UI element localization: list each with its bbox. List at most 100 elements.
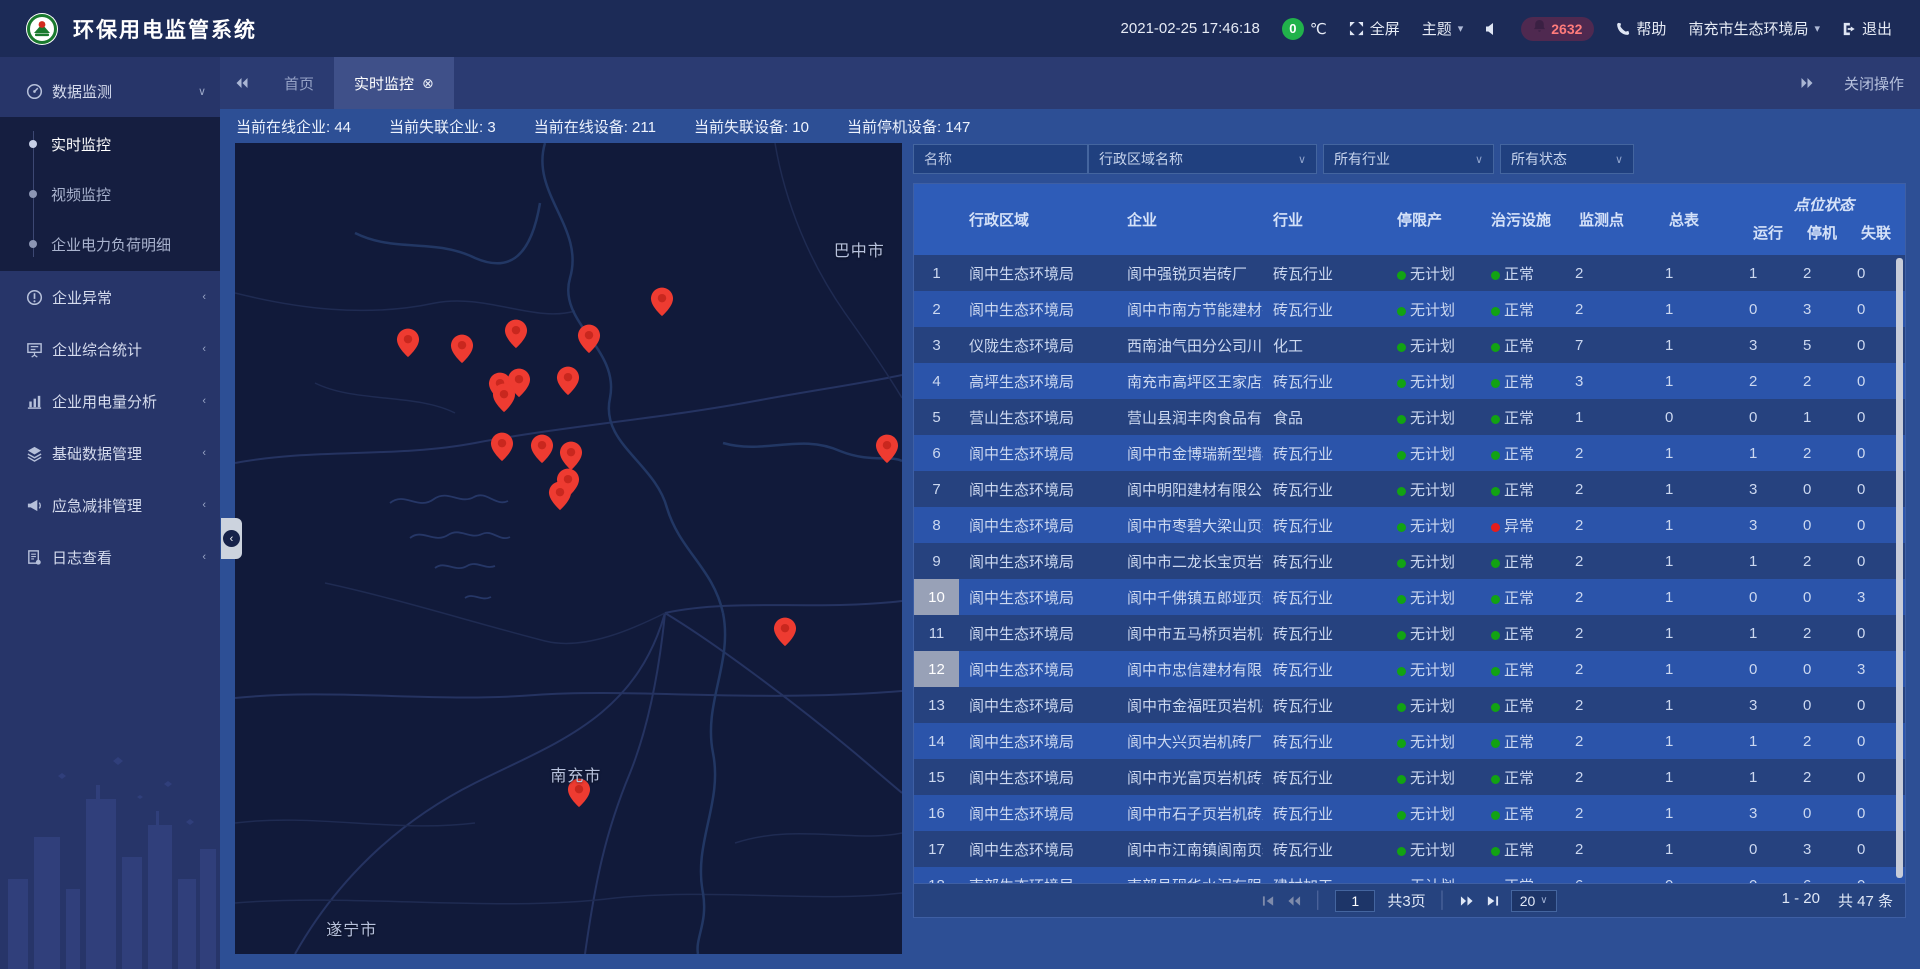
sidebar-item-label: 企业用电量分析 xyxy=(52,391,202,412)
mute-speaker-icon[interactable] xyxy=(1485,22,1499,36)
column-header-stop[interactable]: 停机 xyxy=(1797,216,1851,255)
last-page-button[interactable] xyxy=(1486,895,1499,907)
cell-company: 西南油气田分公司川中 xyxy=(1117,335,1263,356)
column-header-industry[interactable]: 行业 xyxy=(1263,184,1387,255)
table-row[interactable]: 10阆中生态环境局阆中千佛镇五郎垭页岩砖瓦行业无计划正常21003 xyxy=(914,579,1905,615)
table-row[interactable]: 6阆中生态环境局阆中市金博瑞新型墙材砖瓦行业无计划正常21120 xyxy=(914,435,1905,471)
row-index-cell: 6 xyxy=(914,435,959,471)
vertical-scrollbar[interactable] xyxy=(1896,258,1903,878)
map-location-pin[interactable] xyxy=(578,324,601,354)
map-location-pin[interactable] xyxy=(650,287,673,317)
org-dropdown[interactable]: 南充市生态环境局 ▾ xyxy=(1688,18,1820,39)
map-city-label: 巴中市 xyxy=(834,237,885,261)
status-filter-select[interactable]: 所有状态∨ xyxy=(1500,144,1634,174)
table-row[interactable]: 16阆中生态环境局阆中市石子页岩机砖厂砖瓦行业无计划正常21300 xyxy=(914,795,1905,831)
first-page-button[interactable] xyxy=(1262,895,1275,907)
sidebar-item-realtime-monitor[interactable]: 实时监控 xyxy=(0,119,220,169)
facility-status-label: 正常 xyxy=(1504,410,1534,427)
table-row[interactable]: 5营山生态环境局营山县润丰肉食品有限食品无计划正常10010 xyxy=(914,399,1905,435)
cell-industry: 砖瓦行业 xyxy=(1263,623,1387,644)
column-header-facility[interactable]: 治污设施 xyxy=(1481,184,1569,255)
page-size-select[interactable]: 20 ∨ xyxy=(1511,890,1557,912)
map-location-pin[interactable] xyxy=(548,481,571,511)
sidebar-item-emergency-reduction[interactable]: 应急减排管理‹ xyxy=(0,479,220,531)
column-header-lost[interactable]: 失联 xyxy=(1851,216,1905,255)
column-header-company[interactable]: 企业 xyxy=(1117,184,1263,255)
sidebar-item-base-data[interactable]: 基础数据管理‹ xyxy=(0,427,220,479)
map-location-pin[interactable] xyxy=(876,434,899,464)
tab-close-icon[interactable]: ⊗ xyxy=(422,75,434,92)
tab-home[interactable]: 首页 xyxy=(264,57,334,109)
sidebar-item-label: 视频监控 xyxy=(51,184,111,205)
gauge-icon xyxy=(26,82,44,100)
table-row[interactable]: 1阆中生态环境局阆中强锐页岩砖厂砖瓦行业无计划正常21120 xyxy=(914,255,1905,291)
table-row[interactable]: 9阆中生态环境局阆中市二龙长宝页岩砖砖瓦行业无计划正常21120 xyxy=(914,543,1905,579)
status-dot-green xyxy=(1491,631,1500,640)
sidebar-item-power-load-detail[interactable]: 企业电力负荷明细 xyxy=(0,219,220,269)
map-location-pin[interactable] xyxy=(504,319,527,349)
next-page-button[interactable] xyxy=(1460,895,1474,907)
table-row[interactable]: 13阆中生态环境局阆中市金福旺页岩机砖砖瓦行业无计划正常21300 xyxy=(914,687,1905,723)
column-header-monitor[interactable]: 监测点 xyxy=(1569,184,1659,255)
chevron-left-icon: ‹ xyxy=(202,395,206,407)
previous-page-button[interactable] xyxy=(1287,895,1301,907)
sidebar-item-video-monitor[interactable]: 视频监控 xyxy=(0,169,220,219)
map-location-pin[interactable] xyxy=(450,334,473,364)
alarm-count-badge[interactable]: 2632 xyxy=(1521,17,1594,41)
facility-status-label: 正常 xyxy=(1504,482,1534,499)
chevron-down-icon: ∨ xyxy=(198,85,206,98)
logout-button[interactable]: 退出 xyxy=(1842,18,1892,39)
region-filter-select[interactable]: 行政区域名称∨ xyxy=(1088,144,1317,174)
sidebar-item-data-monitor[interactable]: 数据监测∨ xyxy=(0,65,220,117)
sidebar-item-power-usage-analysis[interactable]: 企业用电量分析‹ xyxy=(0,375,220,427)
map-location-pin[interactable] xyxy=(490,432,513,462)
table-row[interactable]: 3仪陇生态环境局西南油气田分公司川中化工无计划正常71350 xyxy=(914,327,1905,363)
status-dot-green xyxy=(1397,631,1406,640)
cell-company: 阆中大兴页岩机砖厂 xyxy=(1117,731,1263,752)
tab-realtime-monitor[interactable]: 实时监控⊗ xyxy=(334,57,454,109)
table-row[interactable]: 11阆中生态环境局阆中市五马桥页岩机砖砖瓦行业无计划正常21120 xyxy=(914,615,1905,651)
table-row[interactable]: 2阆中生态环境局阆中市南方节能建材有砖瓦行业无计划正常21030 xyxy=(914,291,1905,327)
close-operations-dropdown[interactable]: 关闭操作 xyxy=(1844,73,1904,94)
sidebar-item-enterprise-abnormal[interactable]: 企业异常‹ xyxy=(0,271,220,323)
industry-filter-select[interactable]: 所有行业∨ xyxy=(1323,144,1494,174)
fullscreen-button[interactable]: 全屏 xyxy=(1349,18,1400,39)
map-location-pin[interactable] xyxy=(556,366,579,396)
sidebar-collapse-button[interactable]: ‹ xyxy=(221,518,242,559)
tabs-scroll-right-button[interactable] xyxy=(1800,77,1814,89)
map-location-pin[interactable] xyxy=(396,328,419,358)
page-number-input[interactable] xyxy=(1335,890,1375,912)
table-row[interactable]: 18南部生态环境局南部县砚华水泥有限公建材加工无计划正常60060 xyxy=(914,867,1905,883)
map-panel[interactable]: 巴中市南充市遂宁市 xyxy=(235,143,902,954)
map-location-pin[interactable] xyxy=(530,434,553,464)
cell-stop-count: 3 xyxy=(1797,841,1851,858)
column-header-region[interactable]: 行政区域 xyxy=(959,184,1117,255)
table-row[interactable]: 17阆中生态环境局阆中市江南镇阆南页岩砖瓦行业无计划正常21030 xyxy=(914,831,1905,867)
logout-icon xyxy=(1842,22,1856,36)
table-row[interactable]: 7阆中生态环境局阆中明阳建材有限公司砖瓦行业无计划正常21300 xyxy=(914,471,1905,507)
app-logo-icon xyxy=(25,12,59,46)
table-row[interactable]: 15阆中生态环境局阆中市光富页岩机砖厂砖瓦行业无计划正常21120 xyxy=(914,759,1905,795)
map-location-pin[interactable] xyxy=(492,383,515,413)
table-row[interactable]: 14阆中生态环境局阆中大兴页岩机砖厂砖瓦行业无计划正常21120 xyxy=(914,723,1905,759)
sidebar-item-log-view[interactable]: 日志查看‹ xyxy=(0,531,220,583)
cell-company: 阆中市二龙长宝页岩砖 xyxy=(1117,551,1263,572)
map-location-pin[interactable] xyxy=(774,617,797,647)
column-header-limit[interactable]: 停限产 xyxy=(1387,184,1481,255)
stat-item: 当前停机设备: 147 xyxy=(847,116,970,137)
tabs-scroll-left-button[interactable] xyxy=(220,57,264,109)
sidebar-item-label: 基础数据管理 xyxy=(52,443,202,464)
cell-run-count: 0 xyxy=(1743,661,1797,678)
help-button[interactable]: 帮助 xyxy=(1616,18,1666,39)
name-filter-input[interactable] xyxy=(913,144,1088,174)
column-header-meter[interactable]: 总表 xyxy=(1659,184,1743,255)
column-header-run[interactable]: 运行 xyxy=(1743,216,1797,255)
theme-dropdown[interactable]: 主题 ▾ xyxy=(1422,18,1464,39)
table-row[interactable]: 12阆中生态环境局阆中市忠信建材有限公砖瓦行业无计划正常21003 xyxy=(914,651,1905,687)
sidebar-item-enterprise-stats[interactable]: 企业综合统计‹ xyxy=(0,323,220,375)
map-location-pin[interactable] xyxy=(560,441,583,471)
facility-status-label: 正常 xyxy=(1504,770,1534,787)
cell-monitor-count: 2 xyxy=(1569,733,1659,750)
table-row[interactable]: 4高坪生态环境局南充市高坪区王家店建砖瓦行业无计划正常31220 xyxy=(914,363,1905,399)
table-row[interactable]: 8阆中生态环境局阆中市枣碧大梁山页岩砖瓦行业无计划异常21300 xyxy=(914,507,1905,543)
